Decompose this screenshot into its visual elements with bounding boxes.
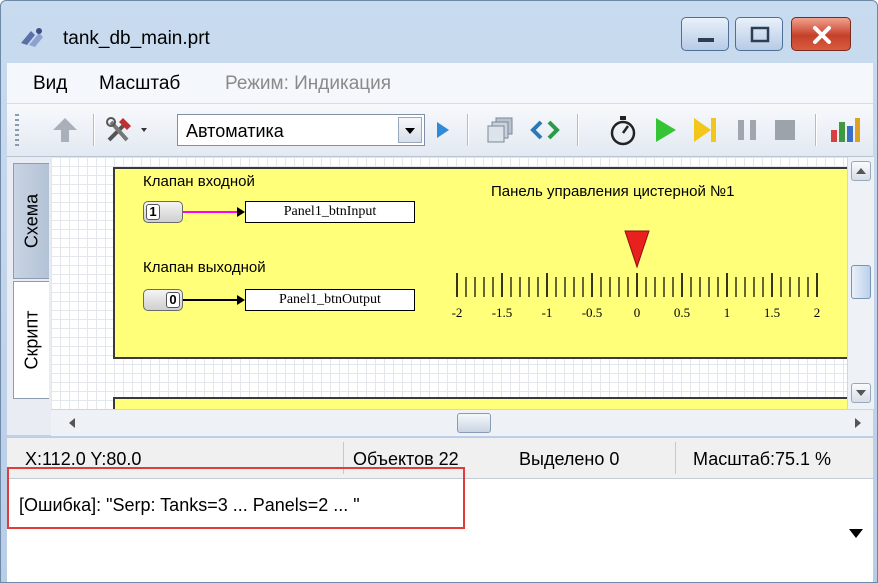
maximize-button[interactable] [735, 17, 783, 51]
mode-combo[interactable]: Автоматика [177, 114, 425, 146]
horizontal-scrollbar[interactable] [51, 409, 873, 436]
bar-chart-icon[interactable] [827, 112, 863, 148]
chevron-right-icon[interactable] [851, 416, 865, 430]
tools-icon[interactable] [103, 112, 155, 148]
indicator-scale: -2 -1.5 -1 -0.5 0 0.5 1 1.5 2 [452, 230, 821, 320]
status-zoom: Масштаб:75.1 % [693, 449, 832, 469]
chevron-up-icon [856, 168, 866, 174]
scale-tick-label: 0 [634, 305, 641, 320]
menu-view[interactable]: Вид [33, 73, 67, 95]
toolbar-separator [815, 114, 817, 146]
horizontal-scroll-thumb[interactable] [457, 413, 491, 433]
close-icon [813, 26, 831, 44]
scale-tick-label: 1.5 [764, 305, 780, 320]
scale-tick-label: -2 [452, 305, 463, 320]
toolbar-separator [93, 114, 95, 146]
menu-bar: Вид Масштаб Режим: Индикация [7, 63, 873, 104]
layers-icon[interactable] [483, 112, 519, 148]
toolbar-separator [577, 114, 579, 146]
minimize-icon [698, 38, 714, 42]
menu-scale[interactable]: Масштаб [99, 73, 180, 95]
scroll-down-button[interactable] [851, 383, 871, 403]
scale-tick-label: -1.5 [492, 305, 513, 320]
view-tabs: Схема Скрипт [7, 157, 52, 435]
title-bar[interactable]: tank_db_main.prt [1, 1, 877, 63]
scale-tick-label: 2 [814, 305, 821, 320]
scale-pointer-icon[interactable] [624, 230, 650, 269]
scale-tick-label: -1 [542, 305, 553, 320]
pause-icon[interactable] [729, 112, 765, 148]
editor-area: Схема Скрипт Клапан входной Панель управ… [7, 157, 874, 436]
close-button[interactable] [791, 17, 851, 51]
tab-schema-label: Схема [21, 193, 41, 249]
step-forward-icon[interactable] [687, 112, 723, 148]
status-selected: Выделено 0 [519, 449, 620, 469]
chevron-down-icon [405, 128, 415, 134]
stop-icon[interactable] [767, 112, 803, 148]
second-panel[interactable] [113, 397, 847, 409]
minimize-button[interactable] [681, 17, 729, 51]
scroll-up-button[interactable] [851, 161, 871, 181]
stopwatch-icon[interactable] [605, 112, 641, 148]
tab-script-label: Скрипт [21, 310, 41, 370]
scale-tick-label: 0.5 [674, 305, 690, 320]
play-small-icon[interactable] [431, 112, 455, 148]
vertical-scrollbar[interactable] [847, 157, 874, 409]
maximize-icon [750, 26, 770, 43]
tank-control-panel[interactable]: Клапан входной Панель управления цистерн… [113, 167, 847, 359]
mode-combo-dropdown[interactable] [398, 117, 422, 143]
error-highlight-box [7, 467, 465, 529]
app-window: tank_db_main.prt Вид Масштаб Режим: Инди… [0, 0, 878, 583]
toolbar-grip[interactable] [15, 114, 19, 146]
mode-combo-value: Автоматика [186, 121, 284, 141]
scale-tick-label: 1 [724, 305, 731, 320]
chevron-down-icon [856, 390, 866, 396]
status-separator [675, 442, 676, 474]
up-arrow-icon[interactable] [47, 112, 83, 148]
tab-schema[interactable]: Схема [13, 163, 49, 279]
schema-canvas[interactable]: Клапан входной Панель управления цистерн… [51, 157, 847, 409]
menu-mode: Режим: Индикация [225, 73, 392, 94]
vertical-scroll-thumb[interactable] [851, 265, 871, 299]
log-dropdown-arrow-icon[interactable] [849, 529, 863, 538]
toolbar: Автоматика [7, 104, 873, 157]
play-icon[interactable] [647, 112, 683, 148]
tab-script[interactable]: Скрипт [13, 281, 49, 399]
chevron-left-icon[interactable] [65, 416, 79, 430]
code-brackets-icon[interactable] [527, 112, 563, 148]
scale-tick-label: -0.5 [582, 305, 603, 320]
app-logo-icon [21, 28, 43, 47]
window-title: tank_db_main.prt [63, 28, 210, 49]
toolbar-separator [467, 114, 469, 146]
